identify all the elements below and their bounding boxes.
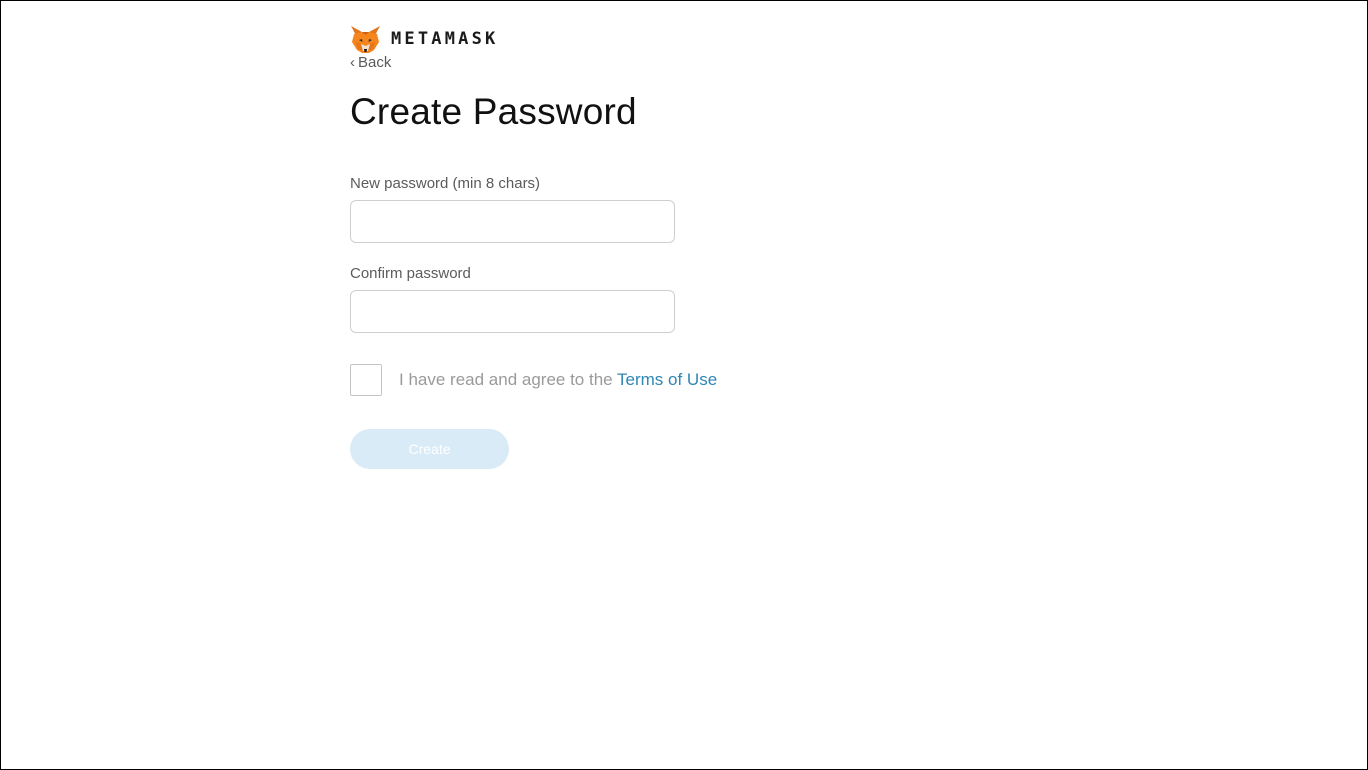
terms-text: I have read and agree to the Terms of Us… [399,370,717,390]
terms-of-use-link[interactable]: Terms of Use [617,370,717,389]
terms-checkbox[interactable] [350,364,382,396]
brand-wordmark: METAMASK [391,29,499,49]
back-link[interactable]: ‹ Back [350,53,391,73]
chevron-left-icon: ‹ [350,54,355,71]
new-password-label: New password (min 8 chars) [350,175,541,192]
confirm-password-label: Confirm password [350,265,471,282]
create-button[interactable]: Create [350,429,509,469]
terms-prefix: I have read and agree to the [399,370,618,389]
new-password-input[interactable] [350,200,675,243]
metamask-logo: METAMASK [350,24,498,54]
page-frame: METAMASK ‹ Back Create Password New passw… [0,0,1368,770]
back-label: Back [358,54,392,71]
confirm-password-input[interactable] [350,290,675,333]
metamask-fox-icon [351,25,380,53]
page-title: Create Password [350,91,637,132]
terms-row: I have read and agree to the Terms of Us… [350,364,717,396]
